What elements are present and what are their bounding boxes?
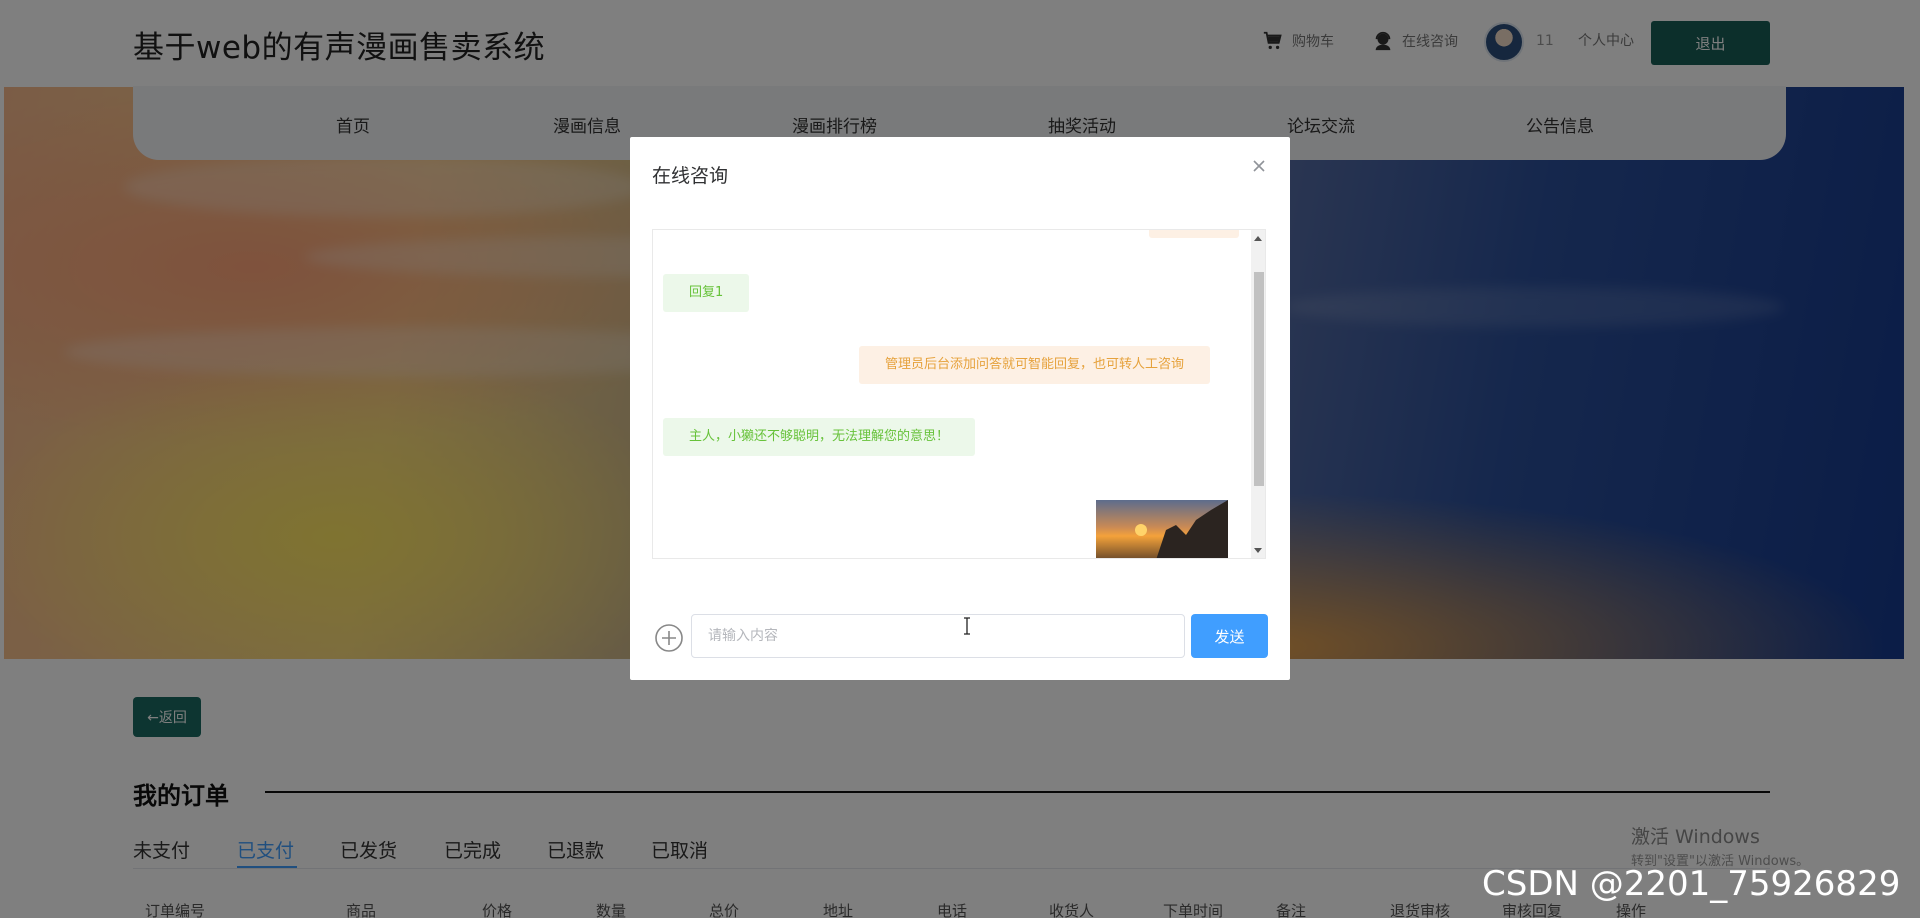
chat-message-user: 管理员后台添加问答就可智能回复，也可转人工咨询 (859, 346, 1211, 384)
consult-dialog: 在线咨询 回复1 管理员后台添加问答就可智能回复，也可转人工咨询 主人，小獭还不… (630, 137, 1290, 680)
dialog-title: 在线咨询 (652, 165, 729, 187)
close-icon[interactable] (1248, 155, 1270, 177)
chat-input[interactable] (691, 614, 1185, 658)
chat-message-bot: 主人，小獭还不够聪明，无法理解您的意思！ (663, 418, 976, 456)
csdn-watermark: CSDN @2201_75926829 (1482, 864, 1901, 904)
scroll-down-icon[interactable] (1254, 548, 1262, 553)
send-button[interactable]: 发送 (1191, 614, 1268, 658)
chat-image[interactable] (1096, 500, 1228, 558)
scroll-up-icon[interactable] (1254, 236, 1262, 241)
chat-message-bot: 回复1 (663, 274, 750, 312)
chat-scrollbar-thumb[interactable] (1254, 272, 1264, 486)
chat-bubble-partial (1149, 230, 1239, 238)
chat-history[interactable]: 回复1 管理员后台添加问答就可智能回复，也可转人工咨询 主人，小獭还不够聪明，无… (652, 229, 1266, 559)
text-cursor-icon (964, 617, 970, 635)
add-circle-icon[interactable] (654, 623, 684, 653)
